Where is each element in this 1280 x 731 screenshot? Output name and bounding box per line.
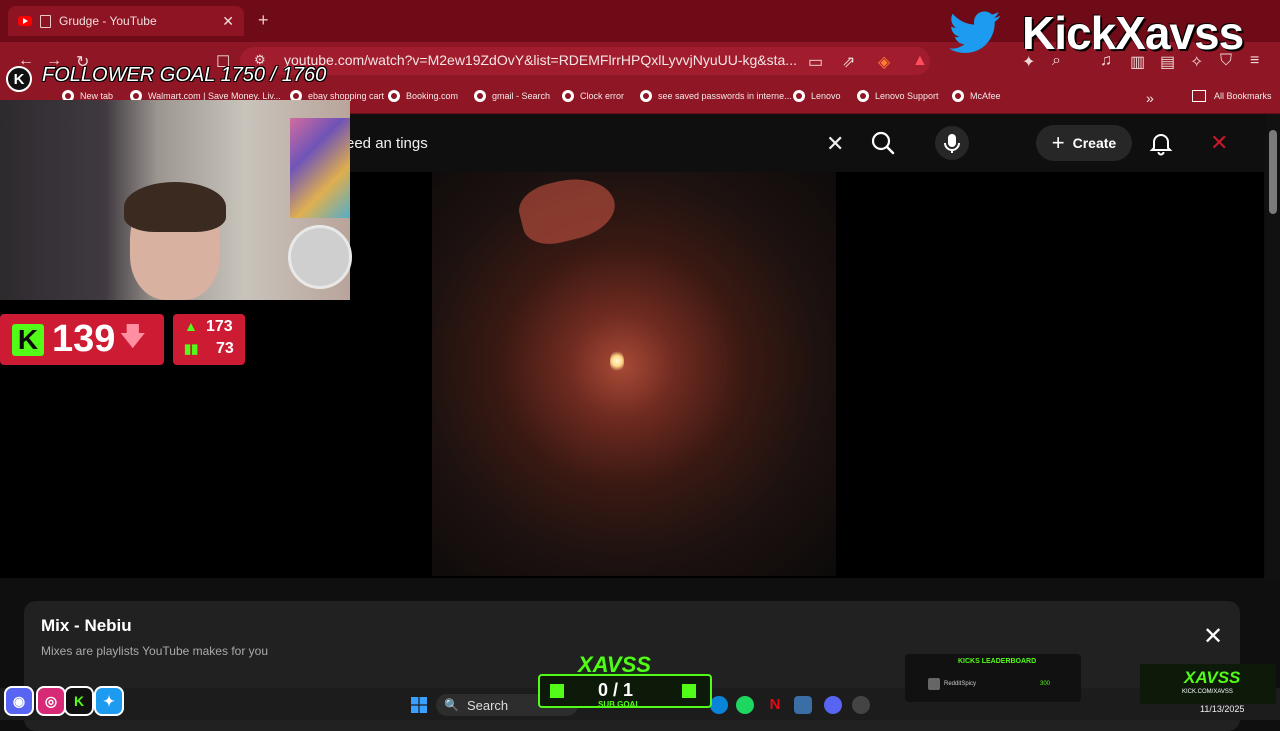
globe-icon	[952, 90, 964, 102]
browser-tab[interactable]: Grudge - YouTube ✕	[8, 6, 244, 36]
kick-icon: K	[64, 686, 94, 716]
follower-goal: FOLLOWER GOAL 1750 / 1760	[42, 64, 327, 86]
leaderboard-avatar	[928, 678, 940, 690]
viewer-count: 139	[52, 318, 116, 360]
bar-chart-icon: ▮▮	[184, 341, 199, 356]
spotify-icon[interactable]	[736, 696, 754, 714]
menu-icon[interactable]: ≡	[1250, 52, 1259, 70]
google-icon	[640, 90, 652, 102]
bookmark-booking[interactable]: Booking.com	[388, 90, 458, 102]
discord-taskbar-icon[interactable]	[824, 696, 842, 714]
stat-bars-value: 73	[216, 340, 234, 357]
taskbar-date[interactable]: 11/13/2025	[1200, 704, 1244, 714]
video-flame-glow	[610, 350, 624, 372]
share-icon[interactable]: ⇗	[842, 52, 855, 72]
bookmark-lenovo-support[interactable]: Lenovo Support	[857, 90, 939, 102]
globe-icon	[857, 90, 869, 102]
leaderboard-title: KICKS LEADERBOARD	[958, 658, 1037, 665]
cast-icon[interactable]: ▭	[808, 52, 823, 72]
twitter-icon: ✦	[94, 686, 124, 716]
create-button[interactable]: + Create	[1036, 125, 1132, 161]
arrow-down-icon: 🡇	[119, 320, 147, 351]
instagram-icon: ◎	[36, 686, 66, 716]
kick-viewer-count: K 139 🡇	[0, 314, 164, 365]
new-tab-button[interactable]: +	[258, 10, 269, 31]
leaderboard-value: 300	[1040, 681, 1051, 687]
brand-name: XAVSS	[1184, 668, 1241, 687]
edge-icon[interactable]	[710, 696, 728, 714]
video-frame[interactable]	[432, 172, 836, 576]
scrollbar-thumb[interactable]	[1269, 130, 1277, 214]
search-icon[interactable]	[868, 128, 898, 158]
arrow-up-icon: ▲	[184, 318, 198, 334]
kick-logo-icon: K	[6, 66, 32, 92]
leaderboard-name: RedditSpicy	[944, 681, 977, 687]
kick-logo-icon: K	[12, 323, 44, 356]
tab-close-icon[interactable]: ✕	[222, 13, 234, 30]
url-text[interactable]: youtube.com/watch?v=M2ew19ZdOvY&list=RDE…	[284, 52, 797, 68]
discord-icon: ◉	[4, 686, 34, 716]
channel-brand: KickXavss	[1022, 7, 1244, 59]
all-bookmarks-button[interactable]: All Bookmarks	[1192, 90, 1272, 102]
tab-title: Grudge - YouTube	[59, 14, 157, 28]
account-avatar[interactable]: ✕	[1210, 130, 1228, 156]
globe-icon	[388, 90, 400, 102]
sub-goal-count: 0 / 1	[598, 680, 634, 700]
mix-close-button[interactable]: ✕	[1203, 622, 1223, 651]
webcam-streamer-hair	[124, 182, 226, 232]
more-bookmarks-button[interactable]: »	[1146, 90, 1154, 106]
gift-icon	[550, 684, 564, 698]
clear-search-icon[interactable]: ✕	[826, 131, 844, 157]
notifications-bell-icon[interactable]	[1148, 130, 1174, 156]
twitter-bird-icon	[948, 8, 1004, 56]
bookmark-gmail-search[interactable]: gmail - Search	[474, 90, 550, 102]
brave-shield-icon[interactable]: ◈	[878, 52, 890, 72]
bookmark-clock-error[interactable]: Clock error	[562, 90, 624, 102]
bookmark-saved-passwords[interactable]: see saved passwords in interne...	[640, 90, 792, 102]
mix-title[interactable]: Mix - Nebiu	[41, 616, 132, 636]
brand-url: KICK.COM/XAVSS	[1182, 689, 1233, 695]
youtube-icon	[18, 16, 32, 26]
bookmark-mcafee[interactable]: McAfee	[952, 90, 1001, 102]
bookmark-lenovo[interactable]: Lenovo	[793, 90, 841, 102]
globe-icon	[793, 90, 805, 102]
stat-up-value: 173	[206, 318, 233, 335]
file-explorer-icon[interactable]	[794, 696, 812, 714]
app-icon[interactable]	[852, 696, 870, 714]
voice-search-button[interactable]	[935, 126, 969, 160]
microphone-icon	[944, 134, 960, 153]
webcam-poster	[290, 118, 350, 218]
windows-start-icon[interactable]	[411, 697, 427, 713]
rewards-icon[interactable]: ▲	[912, 52, 928, 70]
gift-icon	[682, 684, 696, 698]
google-icon	[474, 90, 486, 102]
globe-icon	[562, 90, 574, 102]
search-icon: 🔍	[444, 698, 459, 712]
webcam-fan	[288, 225, 352, 289]
tab-page-icon	[40, 14, 51, 28]
mix-subtitle: Mixes are playlists YouTube makes for yo…	[41, 644, 268, 658]
sub-goal-label: SUB GOAL	[598, 700, 641, 709]
netflix-icon[interactable]: N	[766, 696, 784, 714]
folder-icon	[1192, 90, 1206, 102]
youtube-search-input[interactable]: eed an tings	[346, 135, 428, 152]
plus-icon: +	[1051, 130, 1065, 155]
